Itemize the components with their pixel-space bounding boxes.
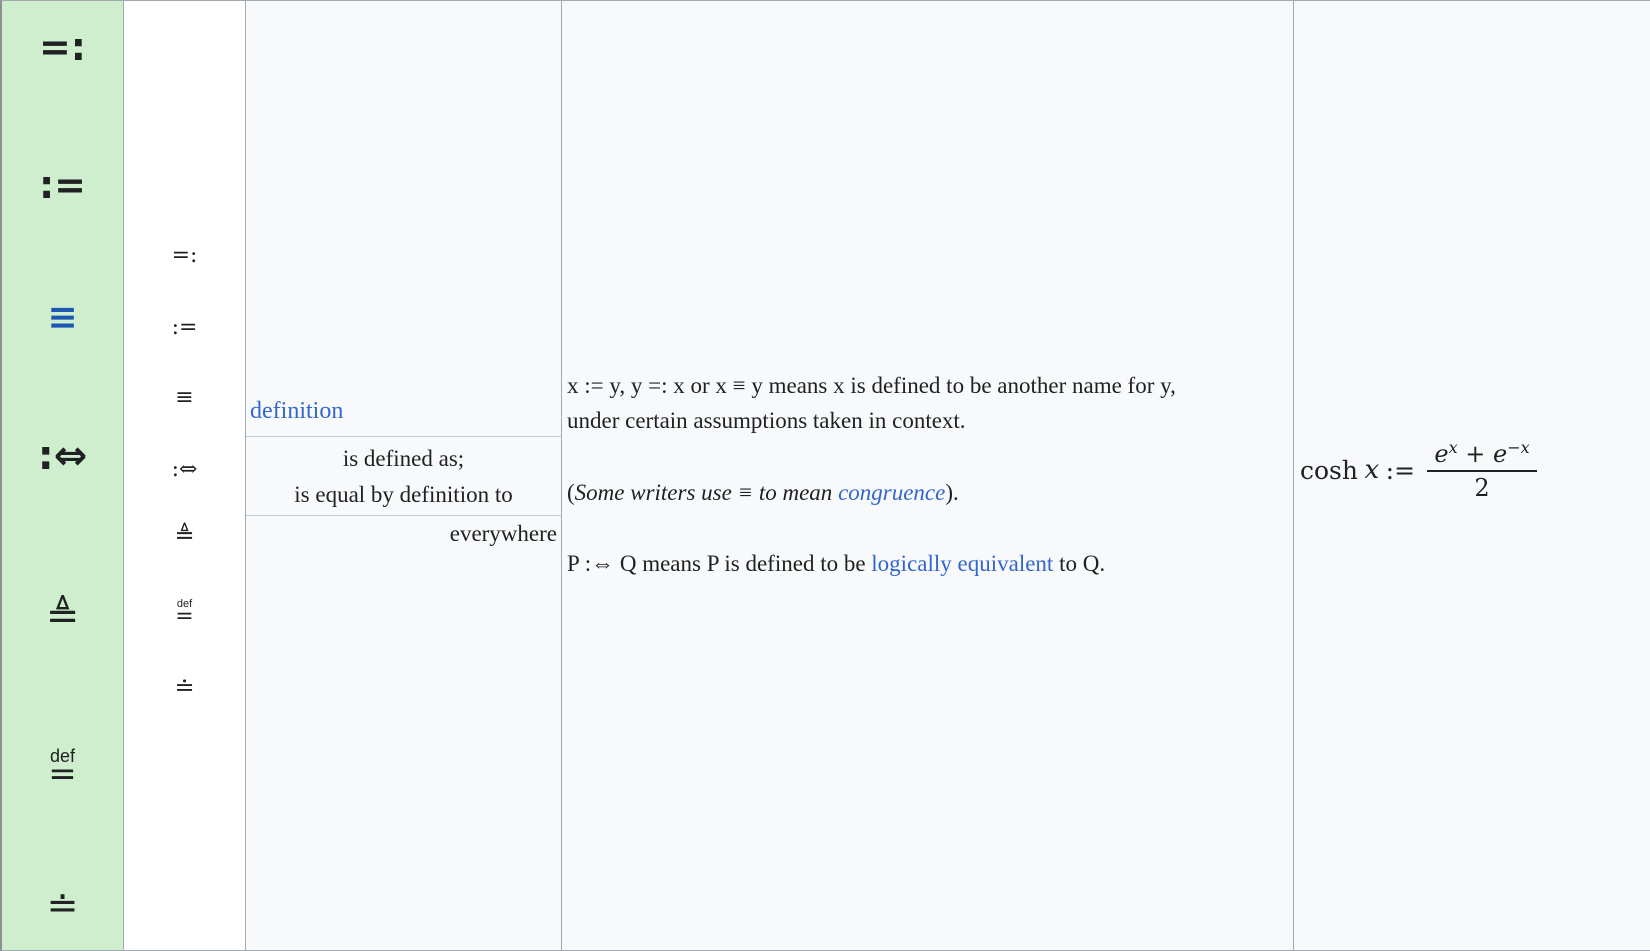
colon-equals-symbol: :=	[38, 163, 87, 207]
delta-equal-symbol: ≜	[45, 593, 80, 639]
congruence-note: (Some writers use ≡ to mean congruence).	[567, 480, 959, 505]
identical-to-variant: ≡	[175, 385, 194, 410]
variant-symbols-column: =: := ≡ :⇔ ≜ def = ≐	[124, 1, 246, 950]
delta-equal-variant: ≜	[174, 521, 195, 549]
usage-scope: everywhere	[449, 521, 557, 546]
dot-equal-symbol: ≐	[46, 883, 79, 927]
symbol-table-row: =: := ≡ :⇔ ≜ def = ≐ =: := ≡ :⇔ ≜ def = …	[0, 0, 1650, 951]
formula-fraction: ex + e−x 2	[1427, 438, 1538, 502]
primary-symbols-column: =: := ≡ :⇔ ≜ def = ≐	[2, 1, 124, 950]
cosh-definition-formula: cosh x := ex + e−x 2	[1300, 438, 1538, 502]
colon-iff-symbol: :⇔	[37, 433, 88, 479]
definition-explanation: x := y, y =: x or x ≡ y means x is defin…	[567, 373, 1176, 433]
names-column: definition is defined as; is equal by de…	[246, 1, 562, 950]
name-divider	[246, 436, 561, 437]
congruence-link[interactable]: congruence	[838, 480, 945, 505]
logically-equivalent-link[interactable]: logically equivalent	[871, 551, 1053, 576]
colon-equals-variant: :=	[171, 315, 198, 340]
category-divider	[246, 515, 561, 516]
description-column: x := y, y =: x or x ≡ y means x is defin…	[562, 1, 1294, 950]
fraction-numerator: ex + e−x	[1434, 438, 1530, 468]
dot-equal-variant: ≐	[174, 673, 195, 701]
definition-link[interactable]: definition	[250, 398, 343, 425]
fraction-denominator: 2	[1474, 474, 1490, 502]
equals-colon-variant: =:	[171, 243, 198, 268]
logical-equivalence-explanation: P :⇔ Q means P is defined to be logicall…	[567, 551, 1106, 576]
symbol-reading: is defined as; is equal by definition to	[294, 446, 513, 507]
equals-colon-symbol: =:	[38, 25, 87, 69]
colon-iff-variant: :⇔	[171, 457, 198, 482]
identical-to-symbol: ≡	[47, 297, 78, 338]
example-column: cosh x := ex + e−x 2	[1294, 1, 1650, 950]
def-equal-variant: def =	[175, 598, 194, 629]
def-equal-symbol: def =	[48, 746, 77, 794]
